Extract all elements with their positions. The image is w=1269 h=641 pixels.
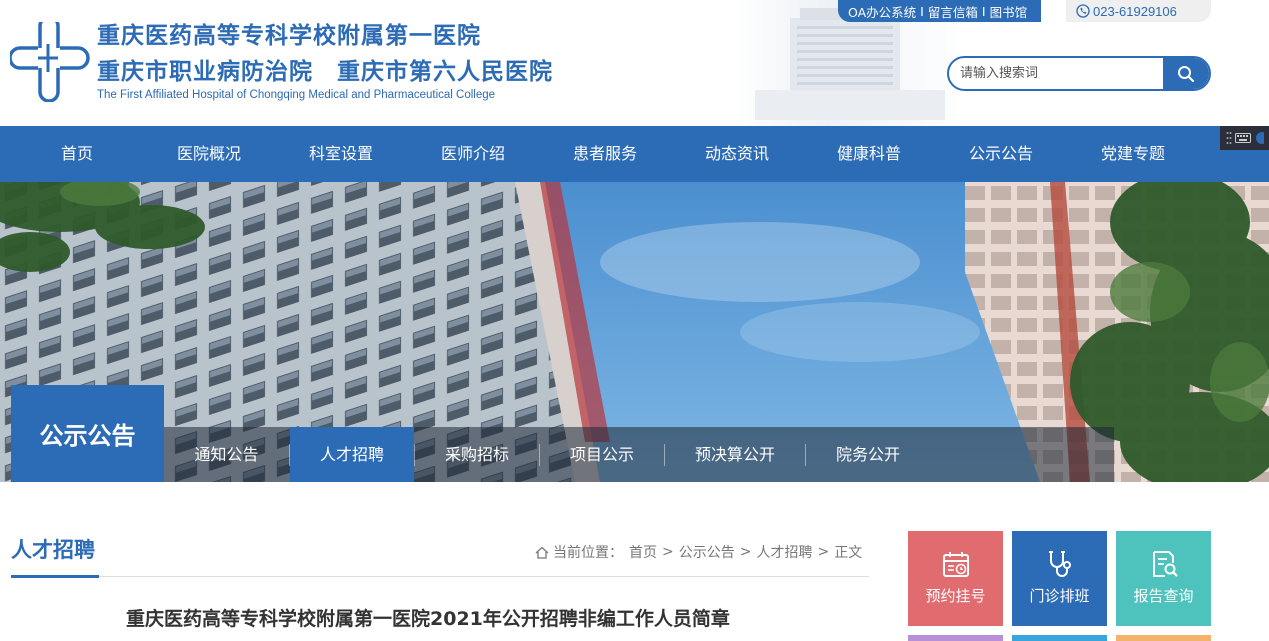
subnav-item-budget-disclosure[interactable]: 预决算公开: [665, 427, 805, 482]
main-nav: 首页 医院概况 科室设置 医师介绍 患者服务 动态资讯 健康科普 公示公告 党建…: [0, 126, 1269, 182]
quick-tile-label: 报告查询: [1133, 587, 1194, 605]
library-link[interactable]: 图书馆: [990, 2, 1028, 21]
message-box-link[interactable]: 留言信箱: [928, 2, 978, 21]
breadcrumb-prefix: 当前位置：: [553, 545, 623, 561]
nav-item-doctors[interactable]: 医师介绍: [407, 126, 539, 182]
nav-item-patient-services[interactable]: 患者服务: [539, 126, 671, 182]
breadcrumb-current: 正文: [834, 545, 863, 561]
search-button[interactable]: [1163, 58, 1209, 89]
site-header: 重庆医药高等专科学校附属第一医院 重庆市职业病防治院 重庆市第六人民医院 The…: [0, 0, 1269, 126]
drag-handle-icon[interactable]: [1226, 131, 1232, 145]
search-icon: [1178, 65, 1195, 82]
nav-item-party-building[interactable]: 党建专题: [1067, 126, 1199, 182]
search-input[interactable]: [949, 58, 1165, 89]
nav-item-departments[interactable]: 科室设置: [275, 126, 407, 182]
breadcrumb-separator: >: [817, 544, 830, 560]
home-icon: [535, 546, 549, 559]
section-title-badge: 公示公告: [11, 385, 164, 482]
breadcrumb-separator: >: [662, 544, 674, 560]
phone-box: 023-61929106: [1066, 0, 1211, 22]
article-title: 重庆医药高等专科学校附属第一医院2021年公开招聘非编工作人员简章: [126, 608, 730, 630]
quick-tile-report[interactable]: 报告查询: [1116, 531, 1211, 626]
top-links-bar: OA办公系统 I 留言信箱 I 图书馆: [838, 0, 1042, 22]
top-link-separator: I: [920, 3, 924, 19]
content-section-title: 人才招聘: [11, 538, 95, 562]
content-divider: [11, 576, 869, 577]
nav-item-health-education[interactable]: 健康科普: [803, 126, 935, 182]
breadcrumb-announcements[interactable]: 公示公告: [679, 542, 735, 562]
phone-icon: [1076, 4, 1090, 18]
breadcrumb-home[interactable]: 首页: [629, 542, 657, 562]
sub-nav: 通知公告 人才招聘 采购招标 项目公示 预决算公开 院务公开: [164, 427, 1114, 482]
quick-tile-row2-2[interactable]: [1012, 635, 1107, 641]
breadcrumb: 当前位置： 首页 > 公示公告 > 人才招聘 > 正文: [535, 542, 862, 562]
quick-tile-row2-3[interactable]: [1116, 635, 1211, 641]
stethoscope-icon: [1048, 551, 1071, 577]
quick-tile-row2-1[interactable]: [908, 635, 1003, 641]
hospital-name-cn-line2: 重庆市职业病防治院 重庆市第六人民医院: [97, 59, 553, 85]
quick-tile-label: 预约挂号: [925, 587, 986, 605]
quick-tile-label: 门诊排班: [1029, 587, 1090, 605]
hospital-name-cn-line1: 重庆医药高等专科学校附属第一医院: [97, 23, 481, 49]
subnav-item-affairs-disclosure[interactable]: 院务公开: [806, 427, 930, 482]
subnav-item-recruitment[interactable]: 人才招聘: [290, 427, 414, 482]
oa-system-link[interactable]: OA办公系统: [848, 2, 916, 21]
subnav-item-procurement[interactable]: 采购招标: [415, 427, 539, 482]
nav-item-announcements[interactable]: 公示公告: [935, 126, 1067, 182]
report-search-icon: [1152, 551, 1178, 577]
accessibility-toolbar[interactable]: [1220, 126, 1269, 150]
subnav-item-project-publicity[interactable]: 项目公示: [540, 427, 664, 482]
hospital-logo-icon[interactable]: [10, 22, 90, 102]
hospital-name-en: The First Affiliated Hospital of Chongqi…: [97, 89, 496, 101]
info-icon[interactable]: [1254, 131, 1264, 145]
top-link-separator: I: [981, 3, 986, 19]
phone-number: 023-61929106: [1093, 3, 1177, 19]
keyboard-icon[interactable]: [1234, 133, 1251, 143]
subnav-item-notices[interactable]: 通知公告: [164, 427, 289, 482]
nav-item-news[interactable]: 动态资讯: [671, 126, 803, 182]
quick-tile-appointment[interactable]: 预约挂号: [908, 531, 1003, 626]
nav-item-hospital-overview[interactable]: 医院概况: [143, 126, 275, 182]
page-banner: 公示公告 通知公告 人才招聘 采购招标 项目公示 预决算公开 院务公开: [0, 182, 1269, 482]
nav-item-home[interactable]: 首页: [11, 126, 143, 182]
calendar-icon: [942, 552, 969, 577]
breadcrumb-separator: >: [739, 544, 752, 560]
breadcrumb-recruitment[interactable]: 人才招聘: [756, 542, 812, 562]
content-title-underline: [11, 575, 99, 578]
quick-tile-schedule[interactable]: 门诊排班: [1012, 531, 1107, 626]
search-box: [947, 56, 1211, 91]
